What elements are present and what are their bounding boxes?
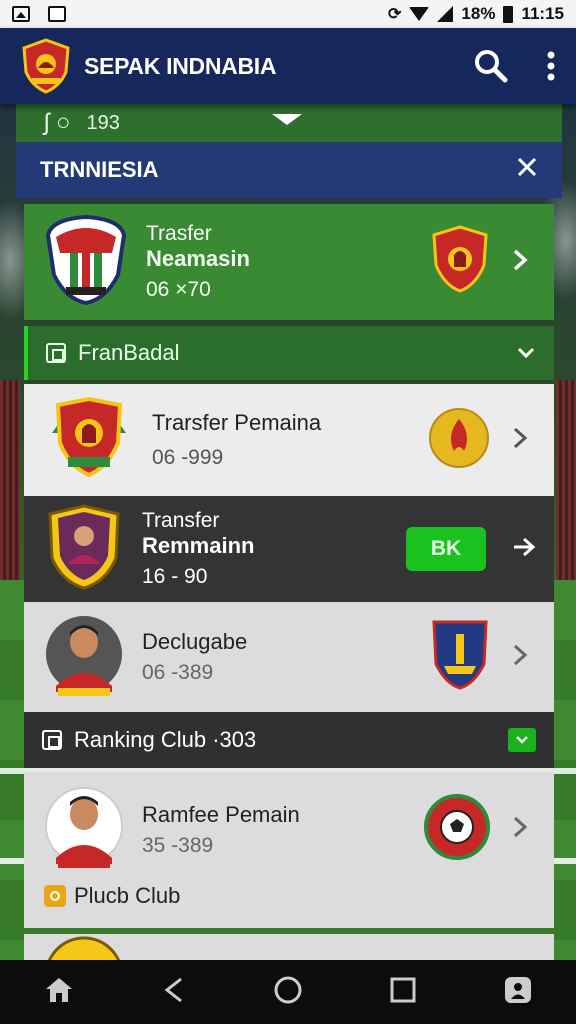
previous-item-strip[interactable]: ʃ ○ 193 [16,104,562,142]
circle-home-icon[interactable] [273,975,303,1010]
ranking-card[interactable]: Ramfee Pemain 35 -389 Plucb Club [24,772,554,928]
sync-icon: ⟳ [388,6,402,23]
clock: 11:15 [521,4,564,23]
transfer-card[interactable]: Declugabe 06 -389 [24,602,554,712]
app-title: SEPAK INDNABIA [84,52,277,79]
app-bar: SEPAK INDNABIA [0,28,576,104]
card-footer-label: Plucb Club [74,883,181,908]
recents-icon[interactable] [389,976,417,1009]
signal-icon [437,6,454,22]
search-icon[interactable] [474,49,508,83]
notification-icon [48,6,66,22]
opponent-crest-icon [430,224,490,300]
subsection-header-2[interactable]: Ranking Club ·303 [24,712,554,768]
transfer-card[interactable]: Trarsfer Pemaina 06 -999 [24,384,554,496]
battery-percent: 18% [461,4,496,23]
club-crest-icon [44,393,134,488]
arrow-right-icon[interactable] [512,537,536,562]
gallery-notification-icon [12,6,30,22]
card-line-2: Remmainn [142,533,255,558]
more-vert-icon[interactable] [546,51,556,81]
card-line-1: Trasfer [146,222,212,245]
featured-transfer-card[interactable]: Trasfer Neamasin 06 ×70 [24,204,554,320]
card-value: 06 -999 [152,446,224,469]
opponent-crest-icon [428,407,490,474]
calendar-icon [46,343,66,363]
subsection-title-1: FranBadal [78,340,180,365]
card-title: Trarsfer Pemaina [152,410,322,435]
player-avatar [44,610,124,705]
card-value: 06 -389 [142,661,214,684]
card-title: Declugabe [142,629,248,654]
system-navigation-bar [0,960,576,1024]
list-item-partial[interactable] [24,934,554,960]
club-icon [44,885,66,907]
chevron-right-icon[interactable] [512,426,534,455]
player-badge-icon [44,502,124,597]
chevron-down-icon[interactable] [272,114,302,125]
assist-icon[interactable] [503,975,533,1010]
opponent-crest-icon [430,618,490,697]
club-crest-icon [44,213,128,312]
chevron-right-icon[interactable] [512,815,534,844]
home-icon[interactable] [43,975,75,1010]
card-line-1: Transfer [142,509,220,532]
subsection-title-2: Ranking Club ·303 [74,727,257,752]
prev-text: 193 [86,111,120,134]
section-title: TRNNIESIA [40,157,159,182]
chevron-down-icon[interactable] [516,340,536,366]
transfer-card[interactable]: Transfer Remmainn 16 - 90 BK [24,496,554,602]
club-ball-icon [424,794,490,865]
app-logo [20,38,72,94]
status-bar: ⟳ 18% 11:15 [0,0,576,28]
back-icon[interactable] [161,975,187,1010]
player-avatar [44,932,124,960]
status-badge[interactable]: BK [406,527,486,571]
close-icon[interactable] [516,156,538,184]
card-value: 16 - 90 [142,565,208,588]
chevron-right-icon[interactable] [512,248,534,277]
subsection-header-1[interactable]: FranBadal [24,326,554,380]
card-title: Ramfee Pemain [142,801,300,827]
battery-icon [503,5,514,23]
calendar-icon [42,730,62,750]
wifi-icon [409,7,430,21]
section-header: TRNNIESIA [16,142,562,198]
card-value: 06 ×70 [146,278,211,301]
player-avatar [44,782,124,877]
chevron-down-icon[interactable] [508,728,536,752]
main-panel: ʃ ○ 193 TRNNIESIA Trasfer Neamasin 06 ×7… [16,104,562,960]
prev-symbol: ʃ ○ [44,109,71,136]
card-value: 35 -389 [142,833,214,857]
card-line-2: Neamasin [146,246,250,271]
chevron-right-icon[interactable] [512,643,534,672]
